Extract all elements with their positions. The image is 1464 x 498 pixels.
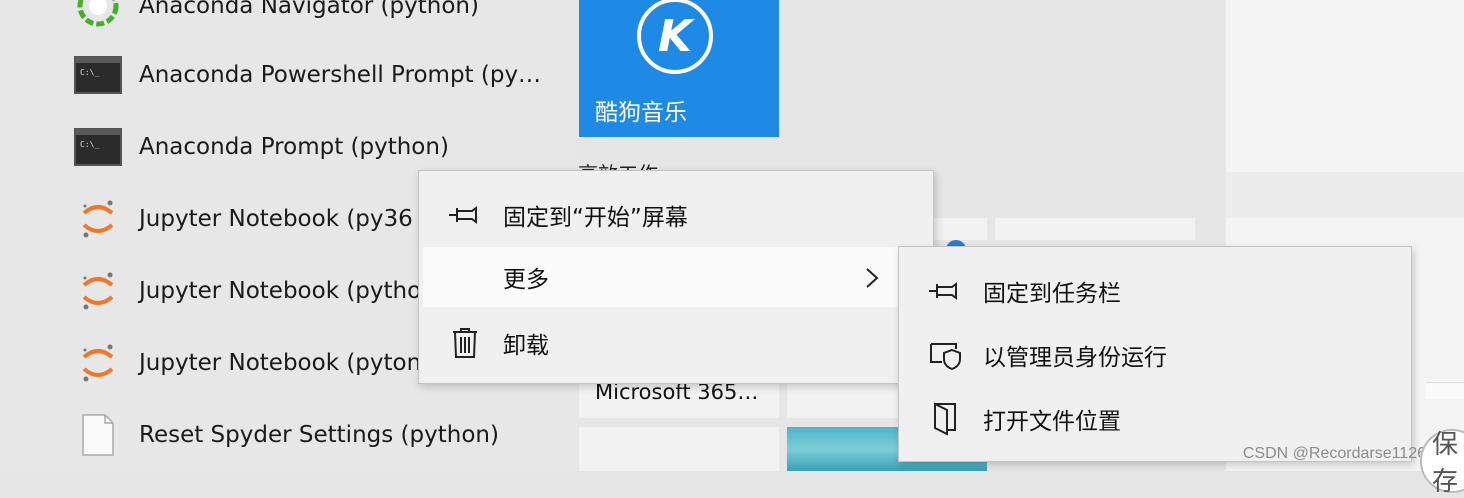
shield-icon (927, 337, 963, 373)
svg-text:C:\_: C:\_ (80, 68, 99, 77)
svg-text:C:\_: C:\_ (80, 140, 99, 149)
context-menu: 固定到“开始”屏幕 更多 卸载 (418, 170, 934, 384)
menu-item-more[interactable]: 更多 (423, 247, 901, 307)
document-icon (74, 411, 122, 459)
pin-icon (927, 273, 963, 309)
app-label: Anaconda Navigator (python) (139, 0, 479, 19)
folder-open-icon (927, 401, 963, 437)
app-label: Jupyter Notebook (py36 (139, 206, 413, 232)
menu-item-label: 卸载 (503, 333, 549, 359)
jupyter-icon (74, 339, 122, 387)
app-item-reset-spyder[interactable]: Reset Spyder Settings (python) (60, 403, 580, 467)
trash-icon (447, 325, 483, 361)
menu-item-pin-to-start[interactable]: 固定到“开始”屏幕 (419, 185, 933, 245)
menu-item-pin-to-taskbar[interactable]: 固定到任务栏 (899, 261, 1411, 321)
menu-item-label: 打开文件位置 (983, 409, 1121, 435)
chevron-right-icon (865, 267, 879, 293)
app-label: Reset Spyder Settings (python) (139, 422, 499, 448)
terminal-icon: C:\_ (74, 123, 122, 171)
terminal-icon: C:\_ (74, 51, 122, 99)
jupyter-icon (74, 267, 122, 315)
kugou-music-tile[interactable]: K 酷狗音乐 (579, 0, 779, 137)
menu-item-label: 更多 (503, 267, 549, 293)
app-label: Jupyter Notebook (pytho (139, 278, 422, 304)
app-label: Anaconda Powershell Prompt (py… (139, 62, 542, 88)
anaconda-navigator-icon (74, 0, 122, 30)
menu-item-run-as-admin[interactable]: 以管理员身份运行 (899, 325, 1411, 385)
app-label: Jupyter Notebook (pyton (139, 350, 422, 376)
tile[interactable] (579, 427, 779, 471)
watermark: CSDN @Recordarse1126 (1242, 445, 1426, 462)
menu-item-open-file-location[interactable]: 打开文件位置 (899, 389, 1411, 449)
app-item-anaconda-navigator[interactable]: Anaconda Navigator (python) (60, 0, 580, 38)
submenu: 固定到任务栏 以管理员身份运行 打开文件位置 (898, 246, 1412, 462)
pin-icon (447, 197, 483, 233)
menu-item-uninstall[interactable]: 卸载 (419, 313, 933, 373)
jupyter-icon (74, 195, 122, 243)
tile[interactable] (995, 218, 1195, 240)
menu-item-label: 以管理员身份运行 (983, 345, 1167, 371)
app-label: Anaconda Prompt (python) (139, 134, 449, 160)
tile-label: 酷狗音乐 (595, 100, 687, 126)
app-item-anaconda-powershell[interactable]: C:\_ Anaconda Powershell Prompt (py… (60, 43, 580, 107)
kugou-logo-icon: K (637, 0, 713, 74)
menu-item-label: 固定到任务栏 (983, 281, 1121, 307)
menu-item-label: 固定到“开始”屏幕 (503, 205, 688, 231)
